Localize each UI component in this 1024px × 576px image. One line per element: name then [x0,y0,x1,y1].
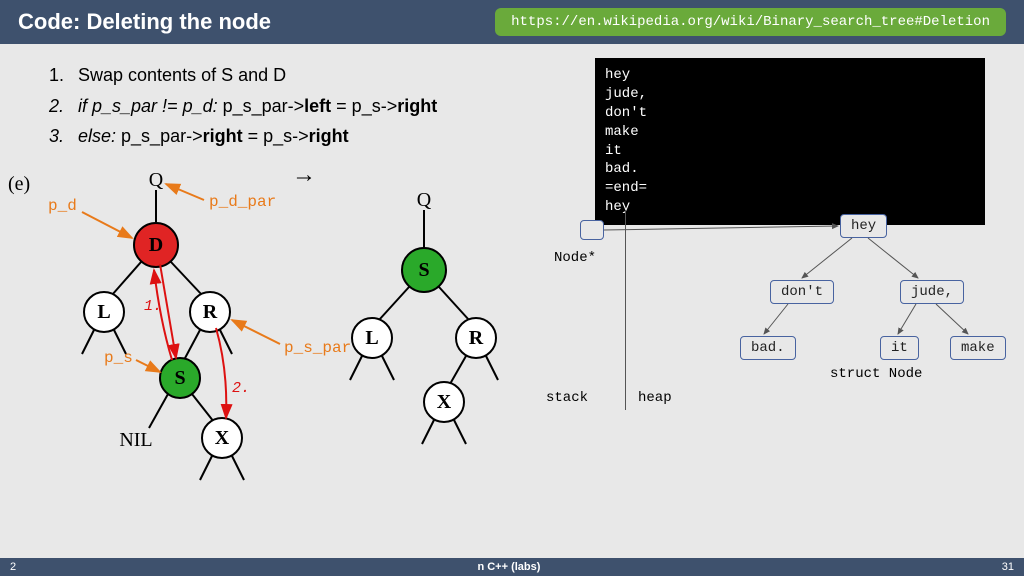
terminal-line: make [605,123,975,142]
page-title: Code: Deleting the node [18,9,271,35]
reference-link[interactable]: https://en.wikipedia.org/wiki/Binary_sea… [495,8,1006,36]
terminal-line: bad. [605,160,975,179]
label-pd: p_d [48,197,77,215]
label-pspar: p_s_par [284,339,351,357]
step-text: = p_s-> [331,96,397,116]
footer-right: 31 [1002,561,1014,573]
step-strong: right [397,96,437,116]
label-step1: 1. [144,298,162,315]
node-x: X [215,427,230,449]
step-num: 1. [40,60,64,91]
heap-node: bad. [740,336,796,360]
algorithm-steps: 1. Swap contents of S and D 2. if p_s_par … [40,60,560,152]
heap-node: hey [840,214,887,238]
terminal-line: jude, [605,85,975,104]
stack-heap-divider [625,210,626,410]
step-text: = p_s-> [243,126,309,146]
node-r: R [469,327,484,349]
terminal-line: =end= [605,179,975,198]
step-text: else: [78,126,116,146]
label-step2: 2. [232,380,250,397]
step-strong: right [309,126,349,146]
terminal-line: don't [605,104,975,123]
step-num: 3. [40,121,64,152]
node-q: Q [417,189,432,211]
footer-bar: 2 n C++ (labs) 31 [0,558,1024,576]
step-strong: left [304,96,331,116]
footer-left: 2 [10,561,16,573]
node-l: L [365,327,378,349]
struct-label: struct Node [830,366,922,382]
step-text: p_s_par-> [116,126,203,146]
step-text: Swap contents of S and D [78,65,286,85]
node-r: R [203,301,218,323]
heap-node: make [950,336,1006,360]
step-strong: right [203,126,243,146]
terminal-line: hey [605,66,975,85]
arrow-icon: → [292,161,316,188]
node-l: L [97,301,110,323]
step-text: if p_s_par != p_d: [78,96,218,116]
heap-label: heap [638,390,672,406]
heap-node: it [880,336,919,360]
step-num: 2. [40,91,64,122]
node-s: S [174,367,185,389]
footer-mid: n C++ (labs) [477,561,540,573]
node-x: X [437,391,452,413]
label-ps: p_s [104,349,133,367]
node-q: Q [149,169,164,191]
memory-diagram: stack heap Node* struct Node hey don't j… [580,208,1020,418]
node-s: S [418,259,429,281]
node-nil: NIL [119,429,152,451]
heap-node: don't [770,280,834,304]
tree-diagram: Q D L R S NIL X → Q S L R X p_d p_d_par … [4,160,594,560]
step-text: p_s_par-> [218,96,305,116]
node-d: D [149,234,163,256]
terminal-output: hey jude, don't make it bad. =end= hey [595,58,985,225]
label-pdpar: p_d_par [209,193,276,211]
terminal-line: it [605,142,975,161]
heap-node: jude, [900,280,964,304]
